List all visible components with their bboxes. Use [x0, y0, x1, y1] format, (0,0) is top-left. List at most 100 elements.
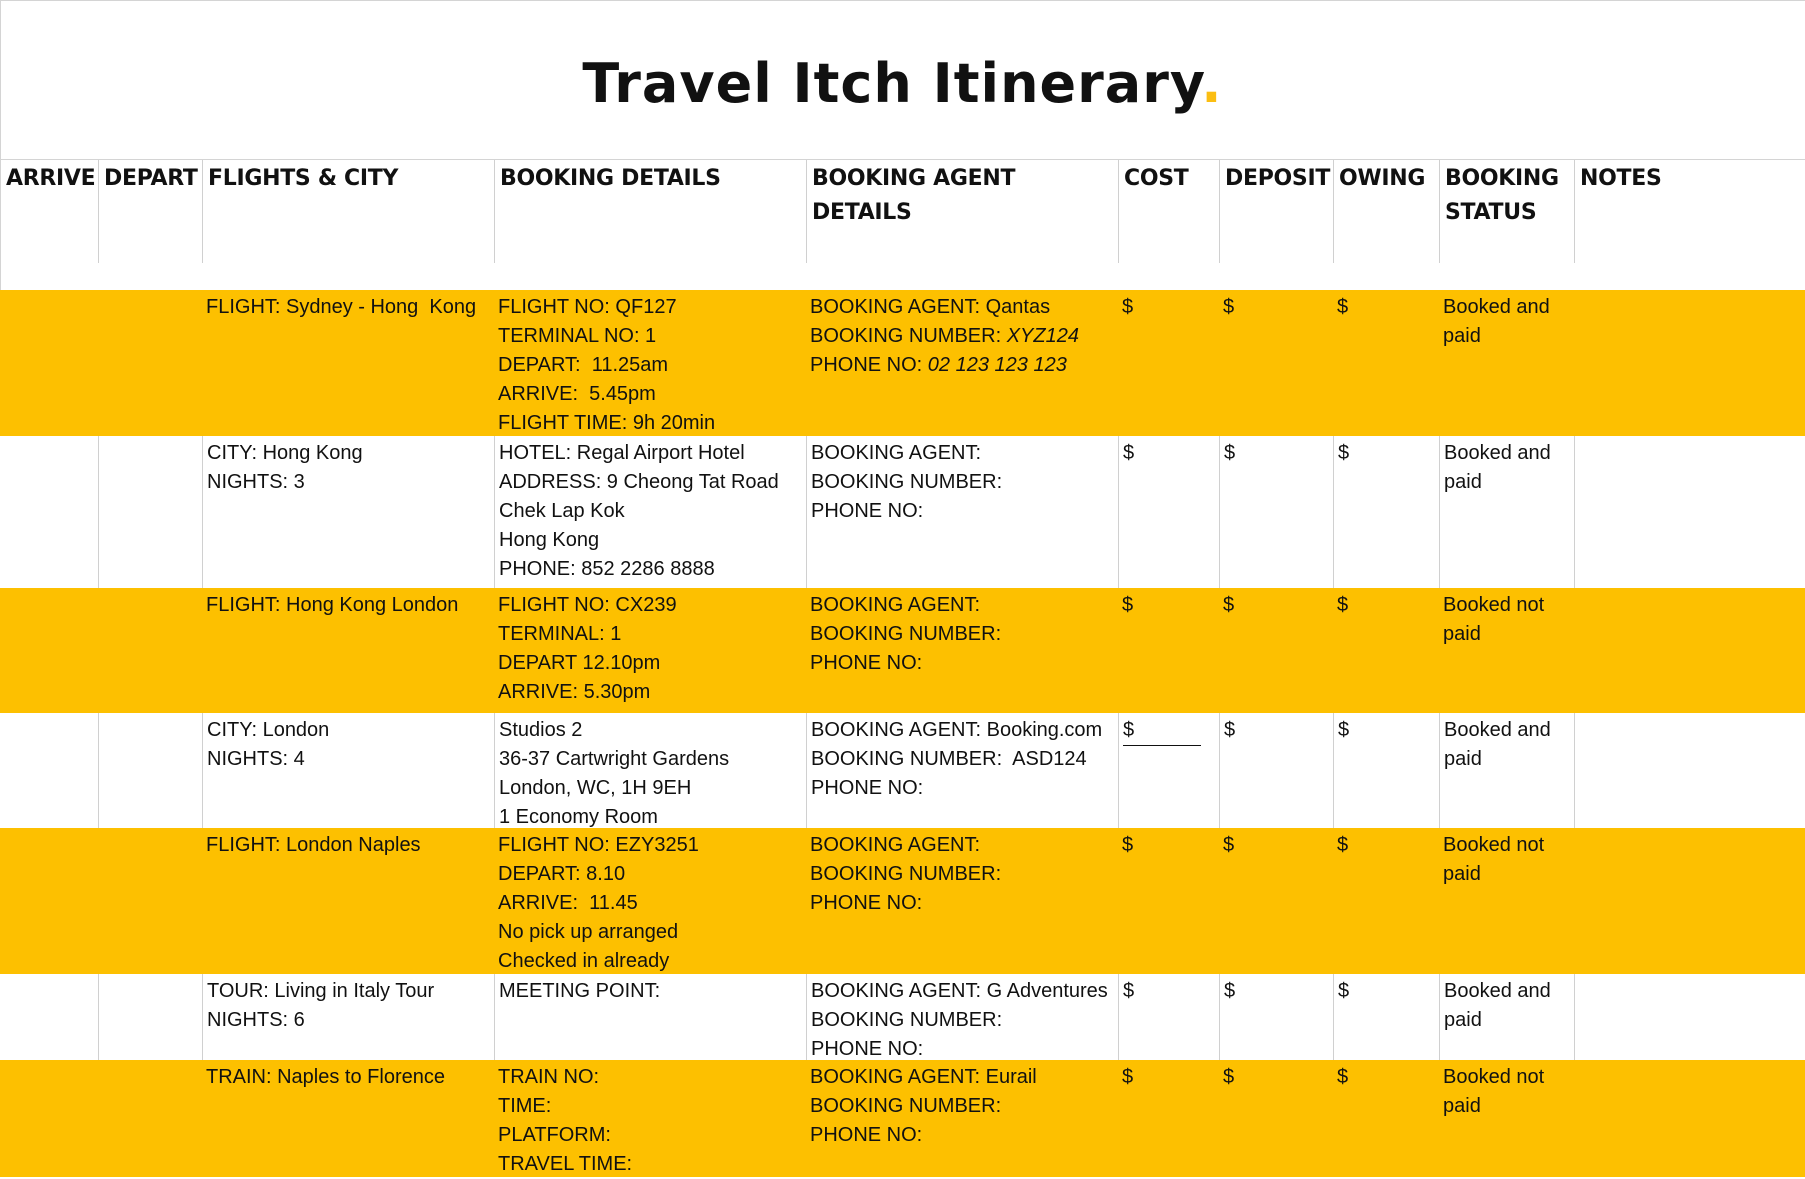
column-header-notes[interactable]: NOTES	[1574, 160, 1805, 263]
cell-deposit[interactable]: $	[1219, 828, 1333, 974]
cell-flights-city[interactable]: CITY: London NIGHTS: 4	[202, 713, 494, 828]
cell-depart[interactable]	[98, 436, 202, 588]
cell-arrive[interactable]	[0, 713, 98, 828]
cell-cost[interactable]: $	[1118, 974, 1219, 1060]
cell-notes[interactable]	[1574, 588, 1805, 713]
column-header-booking-agent[interactable]: BOOKING AGENT DETAILS	[806, 160, 1118, 263]
cell-status[interactable]: Booked and paid	[1439, 974, 1574, 1060]
cell-cost[interactable]: $	[1118, 713, 1219, 828]
cell-arrive[interactable]	[0, 588, 98, 713]
column-header-deposit[interactable]: DEPOSIT	[1219, 160, 1333, 263]
cell-booking-details[interactable]: FLIGHT NO: EZY3251 DEPART: 8.10 ARRIVE: 11…	[494, 828, 806, 974]
cell-flights-city[interactable]: FLIGHT: Hong Kong London	[202, 588, 494, 713]
cell-cost[interactable]: $	[1118, 436, 1219, 588]
cell-arrive[interactable]	[0, 290, 98, 436]
column-header-cost[interactable]: COST	[1118, 160, 1219, 263]
cell-owing[interactable]: $	[1333, 713, 1439, 828]
booking-agent-line: BOOKING AGENT: Booking.com	[811, 716, 1118, 745]
cell-agent[interactable]: BOOKING AGENT: Booking.com BOOKING NUMBER…	[806, 713, 1118, 828]
cell-status[interactable]: Booked and paid	[1439, 290, 1574, 436]
cell-booking-details[interactable]: MEETING POINT:	[494, 974, 806, 1060]
cell-arrive[interactable]	[0, 436, 98, 588]
cell-agent[interactable]: BOOKING AGENT: G Adventures BOOKING NUMBE…	[806, 974, 1118, 1060]
cell-notes[interactable]	[1574, 828, 1805, 974]
cell-owing[interactable]: $	[1333, 828, 1439, 974]
cell-flights-city[interactable]: CITY: Hong Kong NIGHTS: 3	[202, 436, 494, 588]
cell-agent[interactable]: BOOKING AGENT: BOOKING NUMBER: PHONE NO:	[806, 828, 1118, 974]
detail-line: MEETING POINT:	[499, 980, 661, 1002]
cell-notes[interactable]	[1574, 974, 1805, 1060]
cell-status[interactable]: Booked and paid	[1439, 713, 1574, 828]
cell-agent[interactable]: BOOKING AGENT: Qantas BOOKING NUMBER: XYZ…	[806, 290, 1118, 436]
cell-flights-city[interactable]: TRAIN: Naples to Florence	[202, 1060, 494, 1177]
cell-agent[interactable]: BOOKING AGENT: BOOKING NUMBER: PHONE NO:	[806, 436, 1118, 588]
cell-booking-details[interactable]: FLIGHT NO: CX239 TERMINAL: 1 DEPART 12.10p…	[494, 588, 806, 713]
cell-flights-city[interactable]: FLIGHT: London Naples	[202, 828, 494, 974]
amount-cost: $	[1122, 1066, 1134, 1088]
cell-depart[interactable]	[98, 1060, 202, 1177]
title-dot: .	[1201, 52, 1223, 115]
cell-owing[interactable]: $	[1333, 1060, 1439, 1177]
detail-line: ARRIVE: 5.45pm	[498, 383, 656, 405]
cell-agent[interactable]: BOOKING AGENT: BOOKING NUMBER: PHONE NO:	[806, 588, 1118, 713]
amount-deposit: $	[1223, 1066, 1235, 1088]
cell-status[interactable]: Booked not paid	[1439, 1060, 1574, 1177]
booking-agent-line: BOOKING AGENT: G Adventures	[811, 977, 1118, 1006]
detail-line: TRAIN NO:	[498, 1066, 600, 1088]
cell-booking-details[interactable]: Studios 2 36-37 Cartwright Gardens London,…	[494, 713, 806, 828]
column-header-flights-city[interactable]: FLIGHTS & CITY	[202, 160, 494, 263]
cell-owing[interactable]: $	[1333, 974, 1439, 1060]
cell-booking-details[interactable]: TRAIN NO: TIME: PLATFORM: TRAVEL TIME:	[494, 1060, 806, 1177]
field-value: Booking.com	[981, 719, 1103, 741]
cell-depart[interactable]	[98, 713, 202, 828]
cell-notes[interactable]	[1574, 1060, 1805, 1177]
booking-agent-line: BOOKING AGENT:	[810, 591, 1118, 620]
cell-status[interactable]: Booked not paid	[1439, 588, 1574, 713]
cell-notes[interactable]	[1574, 436, 1805, 588]
cell-notes[interactable]	[1574, 713, 1805, 828]
cell-booking-details[interactable]: FLIGHT NO: QF127 TERMINAL NO: 1 DEPART: 11…	[494, 290, 806, 436]
cell-owing[interactable]: $	[1333, 588, 1439, 713]
cell-depart[interactable]	[98, 290, 202, 436]
detail-line: PHONE: 852 2286 8888	[499, 558, 715, 580]
cell-arrive[interactable]	[0, 974, 98, 1060]
cell-agent[interactable]: BOOKING AGENT: Eurail BOOKING NUMBER: PHON…	[806, 1060, 1118, 1177]
cell-booking-details[interactable]: HOTEL: Regal Airport Hotel ADDRESS: 9 Che…	[494, 436, 806, 588]
field-label: BOOKING AGENT:	[811, 719, 982, 741]
detail-line: CITY: Hong Kong	[207, 442, 363, 464]
detail-line: TRAIN: Naples to Florence	[206, 1066, 445, 1088]
cell-flights-city[interactable]: TOUR: Living in Italy Tour NIGHTS: 6	[202, 974, 494, 1060]
status-text: paid	[1443, 863, 1481, 885]
cell-owing[interactable]: $	[1333, 436, 1439, 588]
cell-deposit[interactable]: $	[1219, 974, 1333, 1060]
booking-number-line: BOOKING NUMBER:	[811, 468, 1118, 497]
cell-status[interactable]: Booked and paid	[1439, 436, 1574, 588]
column-header-status[interactable]: BOOKING STATUS	[1439, 160, 1574, 263]
booking-agent-line: BOOKING AGENT: Eurail	[810, 1063, 1118, 1092]
column-header-booking-details[interactable]: BOOKING DETAILS	[494, 160, 806, 263]
cell-arrive[interactable]	[0, 1060, 98, 1177]
cell-flights-city[interactable]: FLIGHT: Sydney - Hong Kong	[202, 290, 494, 436]
cell-cost[interactable]: $	[1118, 828, 1219, 974]
cell-deposit[interactable]: $	[1219, 713, 1333, 828]
column-header-owing[interactable]: OWING	[1333, 160, 1439, 263]
cell-cost[interactable]: $	[1118, 290, 1219, 436]
amount-owing: $	[1337, 296, 1349, 318]
cell-notes[interactable]	[1574, 290, 1805, 436]
cell-deposit[interactable]: $	[1219, 436, 1333, 588]
detail-line: CITY: London	[207, 719, 330, 741]
column-header-arrive[interactable]: ARRIVE	[0, 160, 98, 263]
column-header-depart[interactable]: DEPART	[98, 160, 202, 263]
column-divider	[202, 160, 203, 263]
cell-cost[interactable]: $	[1118, 1060, 1219, 1177]
cell-owing[interactable]: $	[1333, 290, 1439, 436]
cell-depart[interactable]	[98, 588, 202, 713]
cell-deposit[interactable]: $	[1219, 290, 1333, 436]
cell-depart[interactable]	[98, 974, 202, 1060]
cell-depart[interactable]	[98, 828, 202, 974]
cell-deposit[interactable]: $	[1219, 1060, 1333, 1177]
cell-arrive[interactable]	[0, 828, 98, 974]
cell-status[interactable]: Booked not paid	[1439, 828, 1574, 974]
cell-deposit[interactable]: $	[1219, 588, 1333, 713]
cell-cost[interactable]: $	[1118, 588, 1219, 713]
